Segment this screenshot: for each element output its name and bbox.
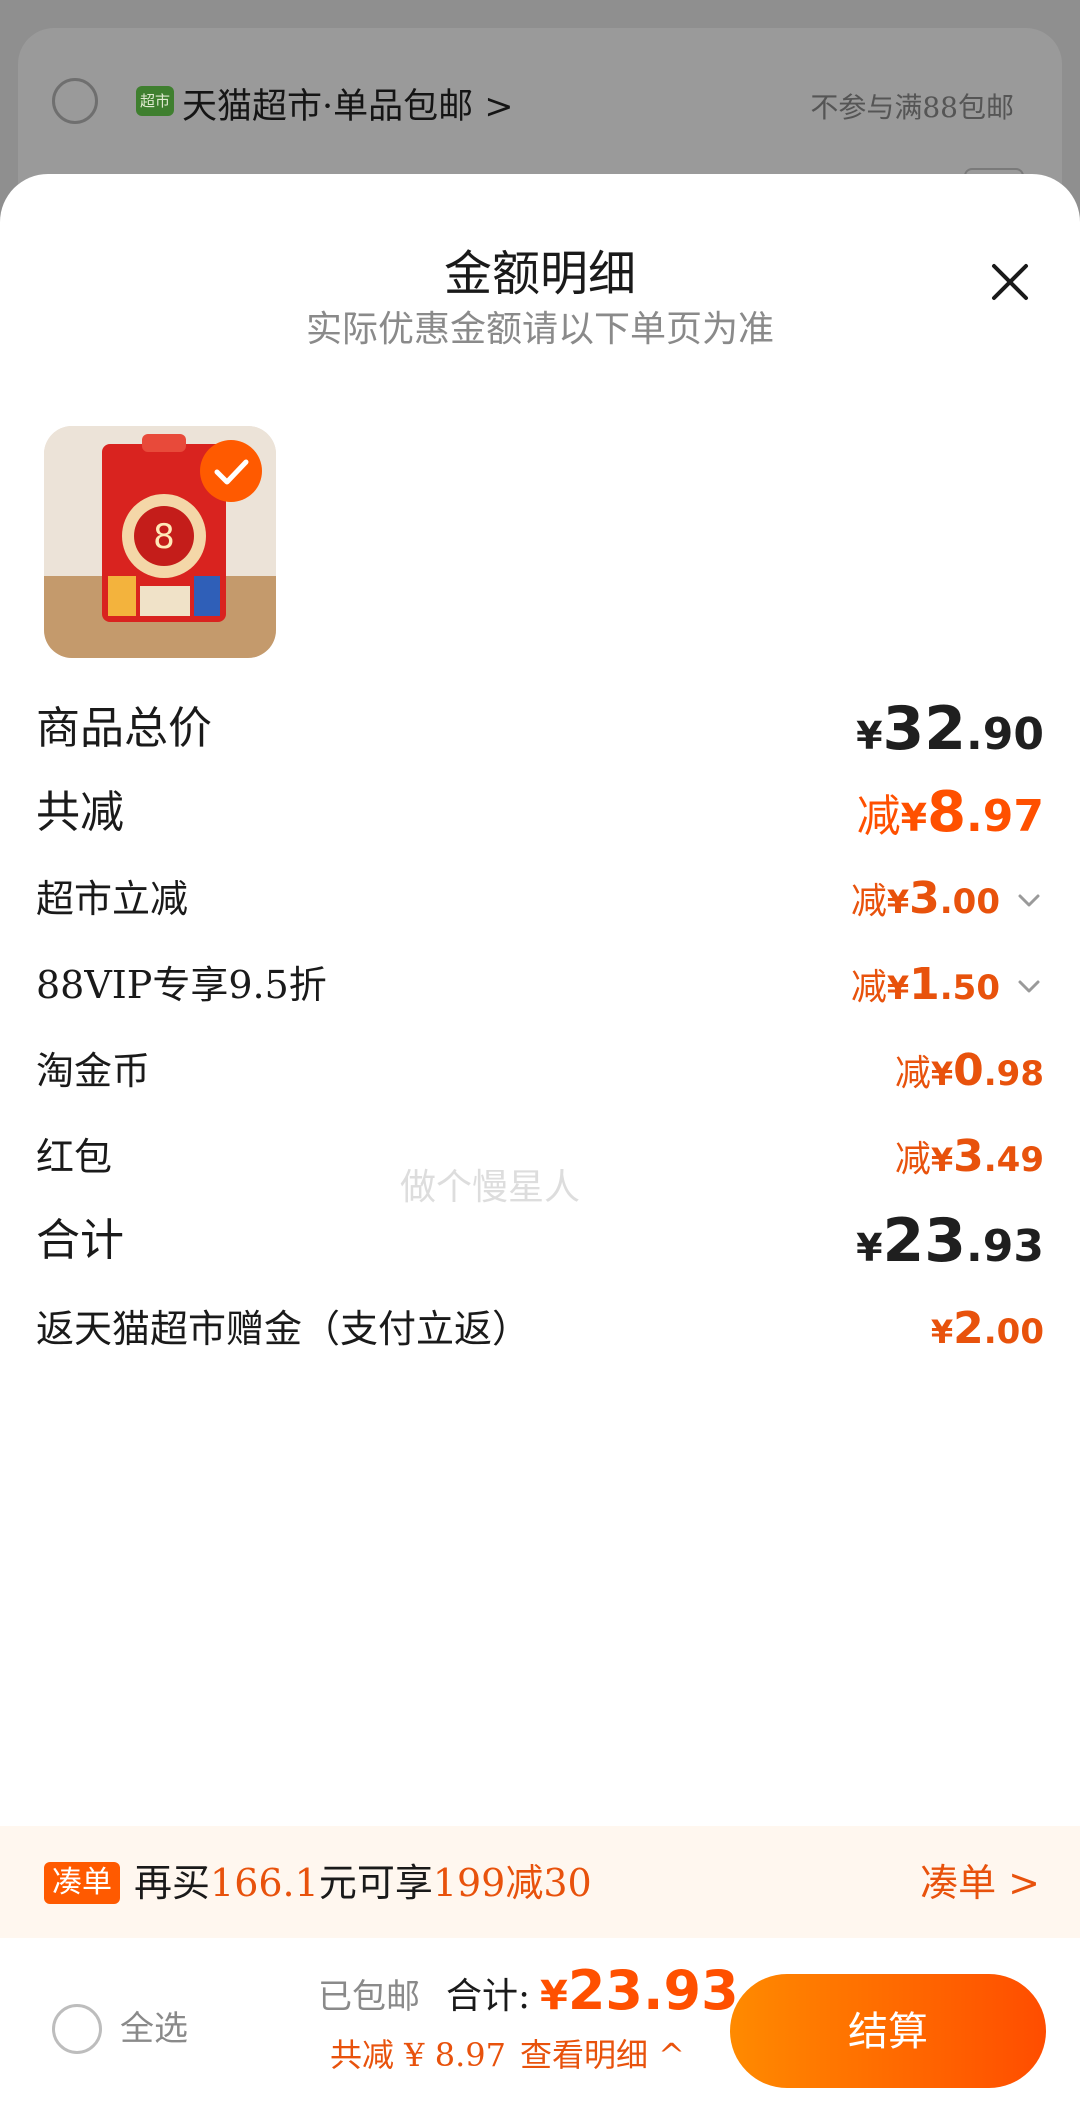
discount-prefix: 减 (894, 1053, 931, 1094)
shop-badge-text: 超市 (139, 92, 170, 110)
amount-integer: 23 (882, 1206, 967, 1276)
amount-decimal: .93 (966, 1221, 1044, 1272)
amount-integer: 8 (927, 780, 967, 845)
checkout-bar: 全选 已包邮 合计: ¥23.93 共减 ¥ 8.97 查看明细 ^ 结算 (0, 1938, 1080, 2116)
close-icon (992, 264, 1028, 300)
row-coins: 淘金币 减¥0.98 (36, 1036, 1044, 1106)
vip-discount-amount: 减¥1.50 (851, 950, 1044, 1020)
add-on-promo-text: 再买166.1元可享199减30 (134, 1856, 592, 1910)
promo-text-b: 元可享 (318, 1861, 433, 1905)
checkout-button[interactable]: 结算 (730, 1974, 1046, 2088)
add-on-link[interactable]: 凑单 > (920, 1856, 1040, 1910)
amount-decimal: .00 (939, 882, 1000, 922)
currency-symbol: ¥ (540, 1973, 568, 2019)
coins-label: 淘金币 (36, 1049, 151, 1093)
coins-amount: 减¥0.98 (895, 1036, 1044, 1106)
subtotal-amount: ¥32.90 (856, 694, 1044, 764)
sheet-title: 金额明细 (443, 246, 636, 302)
select-all-label[interactable]: 全选 (120, 2002, 188, 2056)
discount-summary: 共减 ¥ 8.97 (330, 2036, 506, 2074)
check-icon (214, 459, 249, 485)
currency-symbol: ¥ (930, 1141, 954, 1179)
amount-integer: 1 (909, 959, 940, 1010)
chevron-down-icon[interactable] (1014, 886, 1044, 916)
cashback-label: 返天猫超市赠金（支付立返） (36, 1307, 531, 1351)
bottom-discount-line: 共减 ¥ 8.97 查看明细 ^ (330, 2030, 685, 2080)
market-discount-amount: 减¥3.00 (851, 864, 1044, 934)
discount-prefix: 减 (894, 1139, 931, 1180)
sheet-subtitle: 实际优惠金额请以下单页为准 (305, 309, 774, 350)
amount-integer: 32 (882, 694, 967, 764)
row-red-packet: 红包 减¥3.49 (36, 1122, 1044, 1192)
red-packet-amount: 减¥3.49 (895, 1122, 1044, 1192)
discount-prefix: 减 (850, 881, 887, 922)
row-discount-total: 共减 减¥8.97 (36, 778, 1044, 848)
amount-decimal: .90 (966, 709, 1044, 760)
tmall-market-shop-icon: 超市 (136, 86, 174, 116)
background-shop-radio (52, 78, 98, 124)
add-on-badge: 凑单 (44, 1862, 120, 1904)
amount-decimal: .00 (983, 1312, 1044, 1352)
bottom-total-label: 合计: (446, 1976, 531, 2017)
amount-detail-sheet: 金额明细 实际优惠金额请以下单页为准 8 做个慢星人 商品总价 ¥32.90 共… (0, 174, 1080, 2116)
bottom-total-amount: ¥23.93 (540, 1956, 739, 2039)
select-all-radio[interactable] (52, 2004, 102, 2054)
row-total: 合计 ¥23.93 (36, 1206, 1044, 1276)
row-subtotal: 商品总价 ¥32.90 (36, 694, 1044, 764)
currency-symbol: ¥ (856, 714, 883, 758)
add-on-promo-bar: 凑单 再买166.1元可享199减30 凑单 > (0, 1826, 1080, 1938)
discount-prefix: 减 (850, 967, 887, 1008)
total-label: 合计 (36, 1215, 124, 1266)
promo-amount: 166.1 (210, 1861, 319, 1905)
background-shipping-note: 不参与满88包邮 (810, 91, 1014, 124)
subtotal-label: 商品总价 (36, 703, 212, 754)
chevron-down-icon[interactable] (1014, 972, 1044, 1002)
amount-decimal: .49 (983, 1140, 1044, 1180)
amount-decimal: .97 (966, 791, 1044, 842)
amount-integer: 3 (909, 873, 940, 924)
cashback-amount: ¥2.00 (931, 1294, 1044, 1364)
promo-text-a: 再买 (134, 1861, 211, 1905)
red-packet-label: 红包 (36, 1135, 113, 1179)
currency-symbol: ¥ (856, 1226, 883, 1270)
total-amount: ¥23.93 (856, 1206, 1044, 1276)
row-vip-discount[interactable]: 88VIP专享9.5折 减¥1.50 (36, 950, 1044, 1020)
amount-integer: 3 (953, 1131, 984, 1182)
discount-prefix: 减 (856, 791, 901, 842)
shipping-status: 已包邮 (318, 1977, 420, 2017)
product-selected-check[interactable] (200, 440, 262, 502)
promo-offer: 199减30 (432, 1861, 592, 1905)
row-market-discount[interactable]: 超市立减 减¥3.00 (36, 864, 1044, 934)
currency-symbol: ¥ (930, 1055, 954, 1093)
currency-symbol: ¥ (886, 969, 910, 1007)
amount-integer: 0 (953, 1045, 984, 1096)
currency-symbol: ¥ (930, 1313, 954, 1351)
discount-total-label: 共减 (36, 787, 124, 838)
vip-discount-label: 88VIP专享9.5折 (36, 963, 327, 1007)
market-discount-label: 超市立减 (36, 877, 189, 921)
discount-total-amount: 减¥8.97 (857, 778, 1044, 848)
amount-decimal: .98 (983, 1054, 1044, 1094)
view-details-link[interactable]: 查看明细 ^ (520, 2036, 685, 2074)
currency-symbol: ¥ (900, 796, 928, 840)
background-shop-name: 天猫超市·单品包邮 > (182, 87, 514, 127)
close-button[interactable] (984, 256, 1036, 308)
svg-text:8: 8 (153, 517, 175, 557)
total-value: 23.93 (567, 1959, 739, 2022)
amount-decimal: .50 (939, 968, 1000, 1008)
row-cashback: 返天猫超市赠金（支付立返） ¥2.00 (36, 1294, 1044, 1364)
currency-symbol: ¥ (886, 883, 910, 921)
amount-integer: 2 (953, 1303, 984, 1354)
